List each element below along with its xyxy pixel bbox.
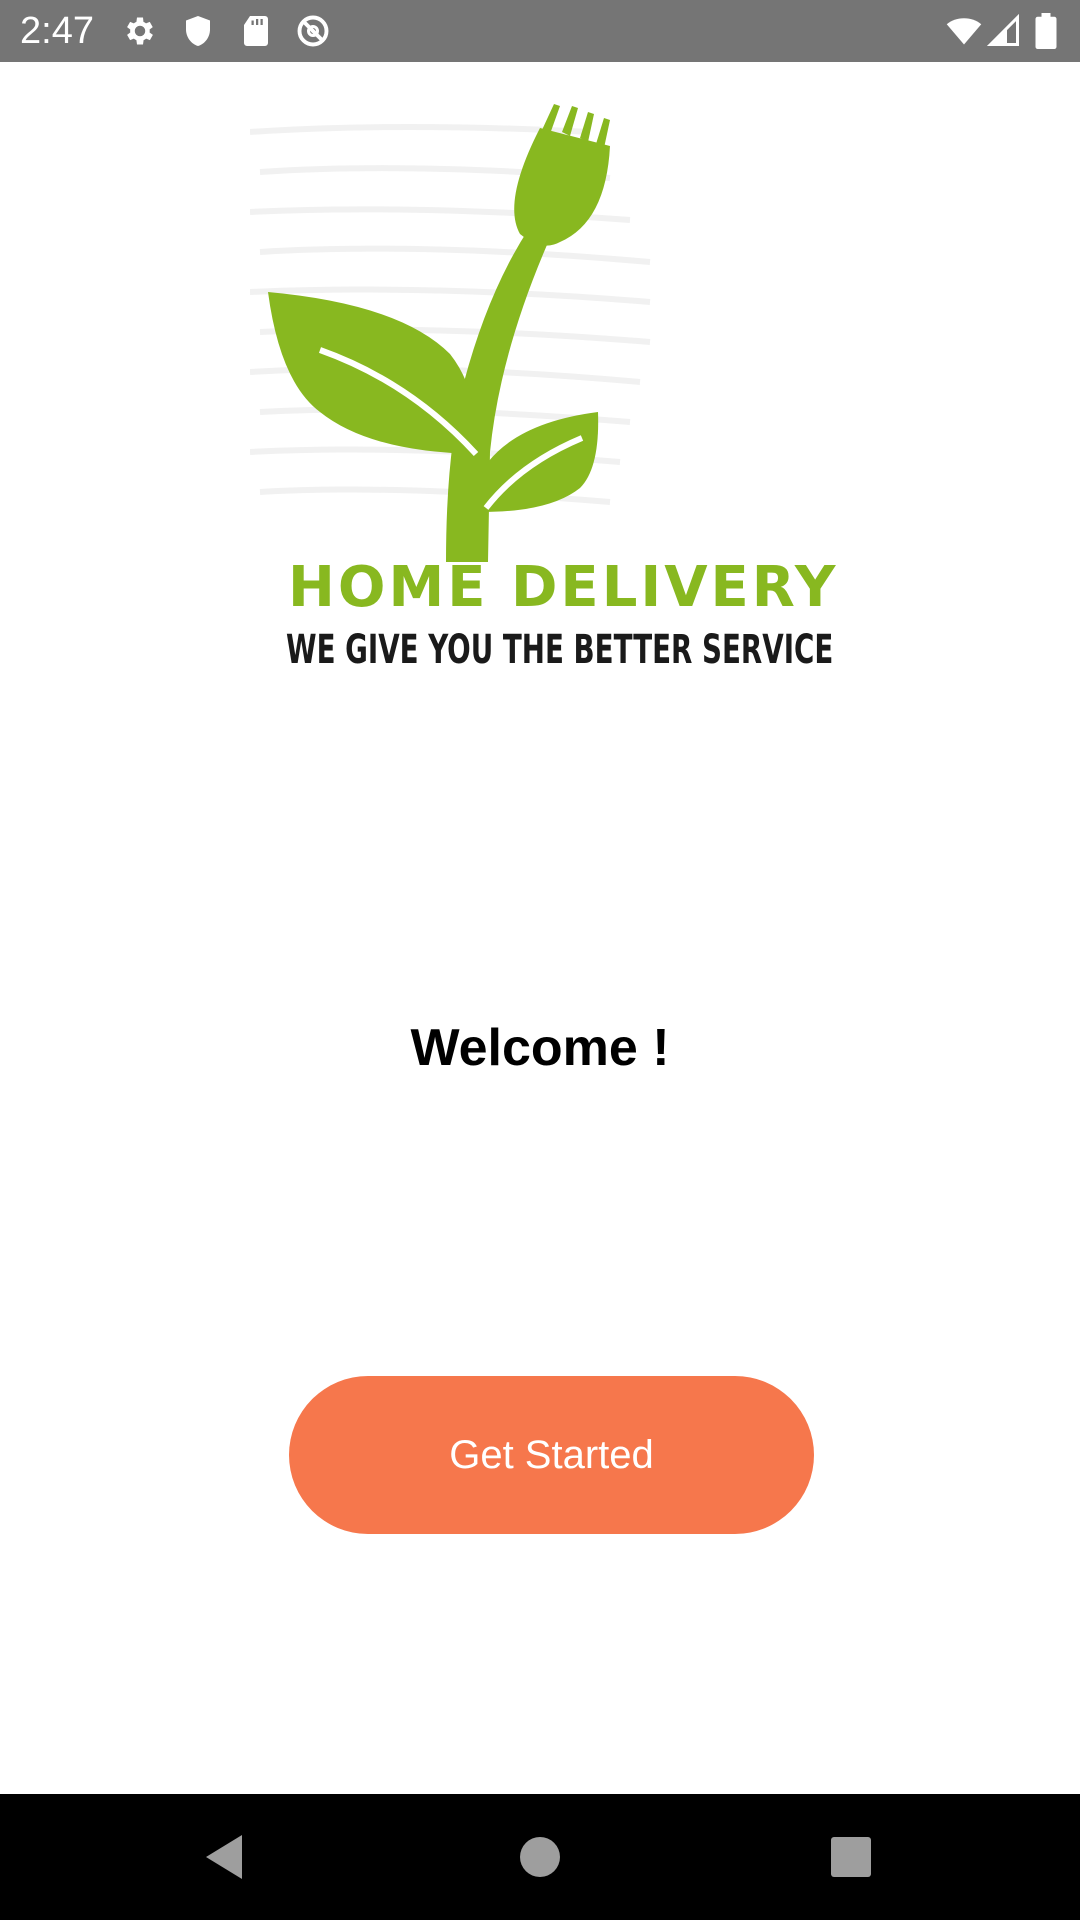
status-time: 2:47 bbox=[20, 10, 94, 52]
recents-icon[interactable] bbox=[821, 1827, 881, 1887]
settings-icon bbox=[122, 13, 158, 49]
shield-icon bbox=[180, 13, 216, 49]
welcome-screen: 2:47 HOME DELIVERY WE GIVE YOU THE BETTE… bbox=[0, 0, 1080, 1920]
cell-signal-icon bbox=[986, 13, 1022, 49]
welcome-heading: Welcome ! bbox=[410, 1019, 670, 1077]
do-not-disturb-icon bbox=[295, 13, 331, 49]
battery-icon bbox=[1034, 13, 1058, 49]
navigation-bar bbox=[0, 1794, 1080, 1920]
status-bar: 2:47 bbox=[0, 0, 1080, 62]
home-icon[interactable] bbox=[510, 1827, 570, 1887]
brand-title: HOME DELIVERY bbox=[288, 555, 839, 620]
back-icon[interactable] bbox=[196, 1827, 256, 1887]
wifi-icon bbox=[944, 13, 984, 49]
get-started-button[interactable]: Get Started bbox=[289, 1376, 814, 1534]
brand-tagline: WE GIVE YOU THE BETTER SERVICE bbox=[286, 627, 834, 673]
sd-card-icon bbox=[238, 13, 274, 49]
